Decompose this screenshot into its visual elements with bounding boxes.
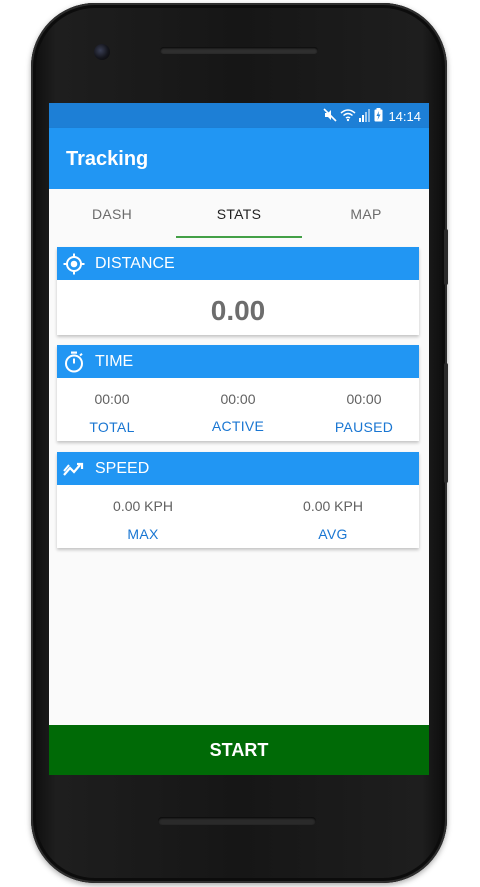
time-header: TIME [57, 345, 419, 378]
tab-map[interactable]: MAP [303, 189, 429, 239]
mute-icon [323, 108, 338, 125]
speed-max-value: 0.00 KPH [113, 498, 173, 514]
front-camera [94, 44, 110, 60]
speed-header: SPEED [57, 452, 419, 485]
battery-icon [374, 108, 383, 125]
time-card: TIME 00:00 00:00 00:00 TOTAL ACTIVE PAUS… [57, 345, 419, 441]
time-active-value: 00:00 [220, 391, 256, 407]
tab-dash[interactable]: DASH [49, 189, 175, 239]
power-button [444, 229, 448, 285]
speed-max-label: MAX [127, 526, 159, 542]
tab-bar: DASH STATS MAP [49, 189, 429, 239]
time-total-label: TOTAL [89, 419, 135, 435]
tab-stats[interactable]: STATS [176, 189, 302, 239]
speed-avg-value: 0.00 KPH [303, 498, 363, 514]
speed-avg-label: AVG [318, 526, 348, 542]
distance-title: DISTANCE [95, 255, 175, 272]
speed-card: SPEED 0.00 KPH 0.00 KPH MAX AVG [57, 452, 419, 548]
status-bar: 14:14 [49, 103, 429, 128]
app-title: Tracking [66, 148, 149, 170]
trending-icon [63, 458, 85, 480]
time-paused-value: 00:00 [346, 391, 382, 407]
start-button[interactable]: START [49, 725, 429, 775]
bottom-speaker [158, 817, 316, 825]
time-paused-label: PAUSED [334, 419, 394, 435]
wifi-icon [340, 108, 356, 125]
tab-active-indicator [176, 236, 302, 238]
distance-header: DISTANCE [57, 247, 419, 280]
distance-value: 0.00 [210, 295, 266, 326]
time-title: TIME [95, 353, 134, 370]
gps-target-icon [63, 253, 85, 275]
earpiece-speaker [160, 47, 318, 54]
distance-card: DISTANCE 0.00 [57, 247, 419, 335]
status-time: 14:14 [388, 109, 421, 124]
app-bar: Tracking [49, 128, 429, 189]
time-total-value: 00:00 [94, 391, 130, 407]
time-active-label: ACTIVE [211, 418, 265, 434]
signal-icon [359, 108, 371, 125]
app-screen: 14:14 Tracking DASH STATS MAP DISTANCE 0… [49, 103, 429, 775]
speed-title: SPEED [95, 460, 150, 477]
stopwatch-icon [63, 351, 85, 373]
volume-button [444, 363, 448, 483]
